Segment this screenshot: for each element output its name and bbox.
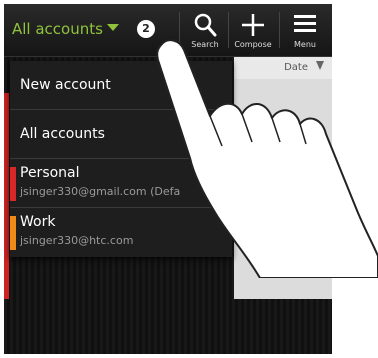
plus-icon: [242, 14, 264, 36]
menu-icon: [294, 15, 316, 32]
account-selector[interactable]: All accounts: [12, 20, 103, 38]
account-color-strip: [4, 93, 9, 299]
dropdown-item-label: All accounts: [20, 126, 105, 142]
dropdown-item-label: New account: [20, 77, 111, 93]
personal-color-bar: [10, 167, 16, 201]
account-email: jsinger330@htc.com: [20, 234, 134, 247]
dropdown-item-label: Work: [20, 214, 56, 230]
dropdown-item-label: Personal: [20, 165, 80, 181]
work-color-bar: [10, 216, 16, 250]
unread-count-badge: 2: [137, 20, 155, 38]
search-icon: [194, 13, 217, 37]
chevron-down-icon[interactable]: [107, 24, 119, 31]
hand-pointer-icon: [156, 39, 378, 278]
